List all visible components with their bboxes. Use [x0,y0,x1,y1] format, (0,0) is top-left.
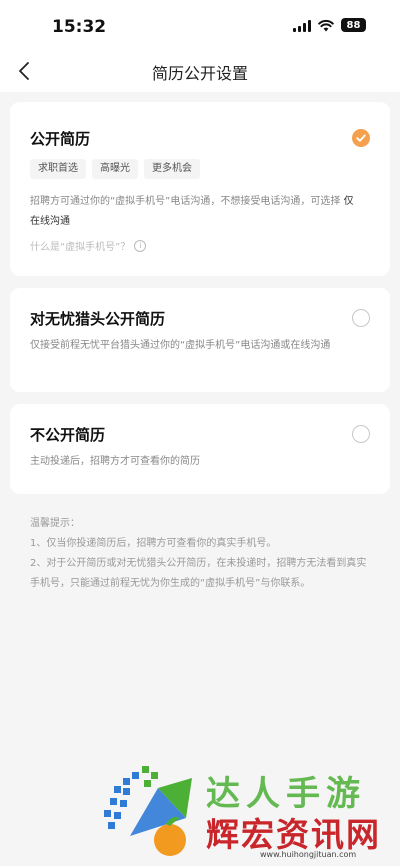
option-headhunter-resume[interactable]: 对无忧猎头公开简历 仅接受前程无忧平台猎头通过你的“虚拟手机号”电话沟通或在线沟… [10,288,390,392]
info-icon: i [134,239,147,252]
tip-item: 2、对于公开简历或对无忧猎头公开简历，在未投递时，招聘方无法看到真实手机号，只能… [30,558,367,589]
tip-item: 1、仅当你投递简历后，招聘方可查看你的真实手机号。 [30,538,277,549]
status-icons: 88 [293,18,366,32]
option-title: 不公开简历 [30,426,106,444]
radio-checked[interactable] [352,129,370,147]
watermark: 达人手游 辉宏资讯网 www.huihongjituan.com [100,758,400,866]
radio-unchecked[interactable] [352,425,370,443]
wifi-icon [318,19,334,31]
tag: 高曝光 [92,159,138,179]
tag-list: 求职首选 高曝光 更多机会 [30,159,200,179]
option-description: 主动投递后，招聘方才可查看你的简历 [30,456,200,467]
tips-section: 温馨提示： 1、仅当你投递简历后，招聘方可查看你的真实手机号。 2、对于公开简历… [30,514,370,594]
watermark-url: www.huihongjituan.com [260,850,357,859]
tag: 求职首选 [30,159,86,179]
description-text: 招聘方可通过你的“虚拟手机号”电话沟通，不想接受电话沟通，可选择 [30,196,341,207]
status-bar: 15:32 88 [0,0,400,52]
radio-unchecked[interactable] [352,309,370,327]
watermark-line2: 辉宏资讯网 [206,815,381,854]
virtual-number-help-link[interactable]: 什么是“虚拟手机号”？ i [30,238,147,253]
status-time: 15:32 [52,17,107,37]
option-title: 对无忧猎头公开简历 [30,310,166,328]
watermark-logo-icon [104,766,192,856]
option-private-resume[interactable]: 不公开简历 主动投递后，招聘方才可查看你的简历 [10,404,390,494]
battery-icon: 88 [341,18,366,32]
cellular-signal-icon [293,19,311,32]
option-title: 公开简历 [30,130,91,148]
tips-heading: 温馨提示： [30,518,80,529]
checkmark-icon [356,134,366,142]
page-title: 简历公开设置 [151,64,248,83]
option-public-resume[interactable]: 公开简历 求职首选 高曝光 更多机会 招聘方可通过你的“虚拟手机号”电话沟通，不… [10,102,390,276]
option-description: 招聘方可通过你的“虚拟手机号”电话沟通，不想接受电话沟通，可选择 仅在线沟通 [30,192,354,232]
nav-bar: 简历公开设置 [0,52,400,92]
option-description: 仅接受前程无忧平台猎头通过你的“虚拟手机号”电话沟通或在线沟通 [30,340,331,351]
help-text: 什么是“虚拟手机号”？ [30,242,131,253]
tag: 更多机会 [144,159,200,179]
